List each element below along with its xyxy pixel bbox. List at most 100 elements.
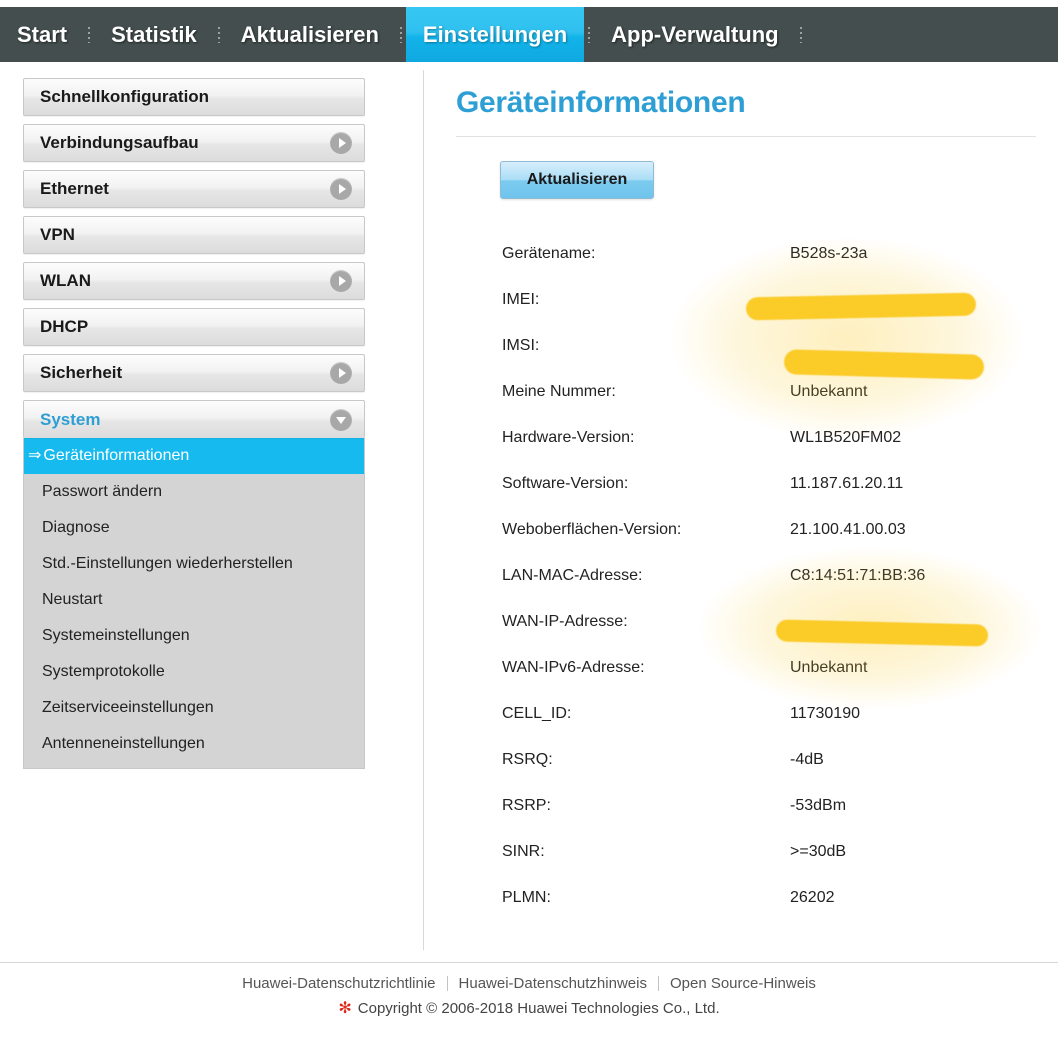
nav-separator-icon bbox=[796, 7, 806, 62]
sidebar-item-dhcp[interactable]: DHCP bbox=[23, 308, 365, 346]
info-value: B528s-23a bbox=[790, 245, 868, 262]
footer-link-datenschutzhinweis[interactable]: Huawei-Datenschutzhinweis bbox=[448, 975, 658, 992]
info-label: WAN-IP-Adresse: bbox=[502, 613, 628, 630]
sidebar-subitem-label: Systemeinstellungen bbox=[42, 627, 190, 644]
nav-tab-start[interactable]: Start bbox=[0, 7, 84, 62]
sidebar-item-label: System bbox=[40, 409, 101, 429]
info-value: 11.187.61.20.11 bbox=[790, 475, 904, 492]
sidebar-item-system[interactable]: System bbox=[23, 400, 365, 438]
sidebar-subitem-label: Neustart bbox=[42, 591, 103, 608]
sidebar-subitem-diagnose[interactable]: Diagnose bbox=[24, 510, 364, 546]
info-label: IMSI: bbox=[502, 337, 540, 354]
sidebar-subitem-label: Passwort ändern bbox=[42, 483, 163, 500]
nav-tab-label: App-Verwaltung bbox=[611, 21, 779, 47]
sidebar-item-schnellkonfiguration[interactable]: Schnellkonfiguration bbox=[23, 78, 365, 116]
nav-tab-label: Einstellungen bbox=[422, 21, 568, 47]
info-value: >=30dB bbox=[790, 843, 847, 860]
system-submenu: ⇒ Geräteinformationen Passwort ändern Di… bbox=[23, 438, 365, 769]
info-value: -53dBm bbox=[790, 797, 847, 814]
page-title: Geräteinformationen bbox=[456, 86, 746, 119]
nav-tab-einstellungen[interactable]: Einstellungen bbox=[405, 7, 585, 62]
sidebar-item-label: Sicherheit bbox=[40, 363, 123, 382]
sidebar-subitem-geraeteinformationen[interactable]: ⇒ Geräteinformationen bbox=[24, 438, 364, 474]
table-row: IMSI: bbox=[502, 323, 1036, 369]
info-value: Unbekannt bbox=[790, 659, 868, 676]
nav-tab-label: Start bbox=[17, 21, 68, 47]
chevron-right-icon bbox=[330, 270, 352, 292]
chevron-right-icon bbox=[330, 132, 352, 154]
title-rule bbox=[456, 136, 1036, 137]
info-value: Unbekannt bbox=[790, 383, 868, 400]
nav-tab-aktualisieren[interactable]: Aktualisieren bbox=[224, 7, 396, 62]
nav-tab-app-verwaltung[interactable]: App-Verwaltung bbox=[594, 7, 795, 62]
info-label: RSRQ: bbox=[502, 751, 553, 768]
sidebar-subitem-antenneneinstellungen[interactable]: Antenneneinstellungen bbox=[24, 726, 364, 762]
info-label: LAN-MAC-Adresse: bbox=[502, 567, 643, 584]
nav-separator-icon bbox=[584, 7, 594, 62]
info-label: Software-Version: bbox=[502, 475, 629, 492]
info-value: 11730190 bbox=[790, 705, 860, 722]
info-value: 21.100.41.00.03 bbox=[790, 521, 906, 538]
sidebar-subitem-neustart[interactable]: Neustart bbox=[24, 582, 364, 618]
info-label: SINR: bbox=[502, 843, 545, 860]
device-info-table: Gerätename: B528s-23a IMEI: IMSI: Meine … bbox=[502, 231, 1036, 921]
footer-link-datenschutzrichtlinie[interactable]: Huawei-Datenschutzrichtlinie bbox=[231, 975, 446, 992]
device-information-panel: Geräteinformationen Aktualisieren Geräte… bbox=[456, 86, 1036, 921]
arrow-right-icon: ⇒ bbox=[28, 447, 42, 464]
info-label: IMEI: bbox=[502, 291, 540, 308]
sidebar-subitem-passwort-aendern[interactable]: Passwort ändern bbox=[24, 474, 364, 510]
sidebar-subitem-label: Zeitserviceeinstellungen bbox=[42, 699, 214, 716]
page-footer: Huawei-Datenschutzrichtlinie Huawei-Date… bbox=[0, 962, 1058, 1017]
table-row: Hardware-Version: WL1B520FM02 bbox=[502, 415, 1036, 461]
table-row: CELL_ID: 11730190 bbox=[502, 691, 1036, 737]
sidebar-subitem-zeitserviceeinstellungen[interactable]: Zeitserviceeinstellungen bbox=[24, 690, 364, 726]
info-label: PLMN: bbox=[502, 889, 551, 906]
sidebar-item-label: Ethernet bbox=[40, 179, 109, 198]
table-row: SINR: >=30dB bbox=[502, 829, 1036, 875]
sidebar-item-label: Verbindungsaufbau bbox=[40, 133, 199, 152]
sidebar-subitem-systemeinstellungen[interactable]: Systemeinstellungen bbox=[24, 618, 364, 654]
sidebar-item-label: Schnellkonfiguration bbox=[40, 87, 210, 106]
table-row: Gerätename: B528s-23a bbox=[502, 231, 1036, 277]
table-row: PLMN: 26202 bbox=[502, 875, 1036, 921]
chevron-down-icon bbox=[330, 408, 352, 431]
info-label: Meine Nummer: bbox=[502, 383, 616, 400]
info-label: Hardware-Version: bbox=[502, 429, 635, 446]
table-row: RSRP: -53dBm bbox=[502, 783, 1036, 829]
sidebar-item-ethernet[interactable]: Ethernet bbox=[23, 170, 365, 208]
table-row: Software-Version: 11.187.61.20.11 bbox=[502, 461, 1036, 507]
info-value: 26202 bbox=[790, 889, 835, 906]
sidebar-subitem-label: Geräteinformationen bbox=[43, 447, 190, 464]
sidebar-item-sicherheit[interactable]: Sicherheit bbox=[23, 354, 365, 392]
nav-separator-icon bbox=[214, 7, 224, 62]
sidebar-item-label: WLAN bbox=[40, 271, 91, 290]
info-label: Weboberflächen-Version: bbox=[502, 521, 682, 538]
nav-separator-icon bbox=[396, 7, 406, 62]
nav-tab-statistik[interactable]: Statistik bbox=[94, 7, 214, 62]
sidebar-item-wlan[interactable]: WLAN bbox=[23, 262, 365, 300]
sidebar-subitem-label: Std.-Einstellungen wiederherstellen bbox=[42, 555, 293, 572]
table-row: Meine Nummer: Unbekannt bbox=[502, 369, 1036, 415]
sidebar-subitem-std-einstellungen-wiederherstellen[interactable]: Std.-Einstellungen wiederherstellen bbox=[24, 546, 364, 582]
footer-links: Huawei-Datenschutzrichtlinie Huawei-Date… bbox=[0, 975, 1058, 992]
sidebar-subitem-systemprotokolle[interactable]: Systemprotokolle bbox=[24, 654, 364, 690]
settings-sidebar: Schnellkonfiguration Verbindungsaufbau E… bbox=[23, 78, 365, 769]
refresh-button[interactable]: Aktualisieren bbox=[500, 161, 654, 199]
nav-separator-icon bbox=[84, 7, 94, 62]
sidebar-subitem-label: Diagnose bbox=[42, 519, 110, 536]
table-row: LAN-MAC-Adresse: C8:14:51:71:BB:36 bbox=[502, 553, 1036, 599]
main-navigation-bar: Start Statistik Aktualisieren Einstellun… bbox=[0, 7, 1058, 62]
table-row: IMEI: bbox=[502, 277, 1036, 323]
sidebar-item-vpn[interactable]: VPN bbox=[23, 216, 365, 254]
nav-tab-label: Statistik bbox=[111, 21, 197, 47]
table-row: WAN-IP-Adresse: bbox=[502, 599, 1036, 645]
info-value: WL1B520FM02 bbox=[790, 429, 902, 446]
content-divider bbox=[423, 70, 424, 950]
sidebar-item-verbindungsaufbau[interactable]: Verbindungsaufbau bbox=[23, 124, 365, 162]
info-value: C8:14:51:71:BB:36 bbox=[790, 567, 926, 584]
copyright-text: Copyright © 2006-2018 Huawei Technologie… bbox=[357, 1000, 720, 1017]
footer-link-open-source-hinweis[interactable]: Open Source-Hinweis bbox=[659, 975, 827, 992]
info-label: CELL_ID: bbox=[502, 705, 572, 722]
table-row: RSRQ: -4dB bbox=[502, 737, 1036, 783]
table-row: Weboberflächen-Version: 21.100.41.00.03 bbox=[502, 507, 1036, 553]
